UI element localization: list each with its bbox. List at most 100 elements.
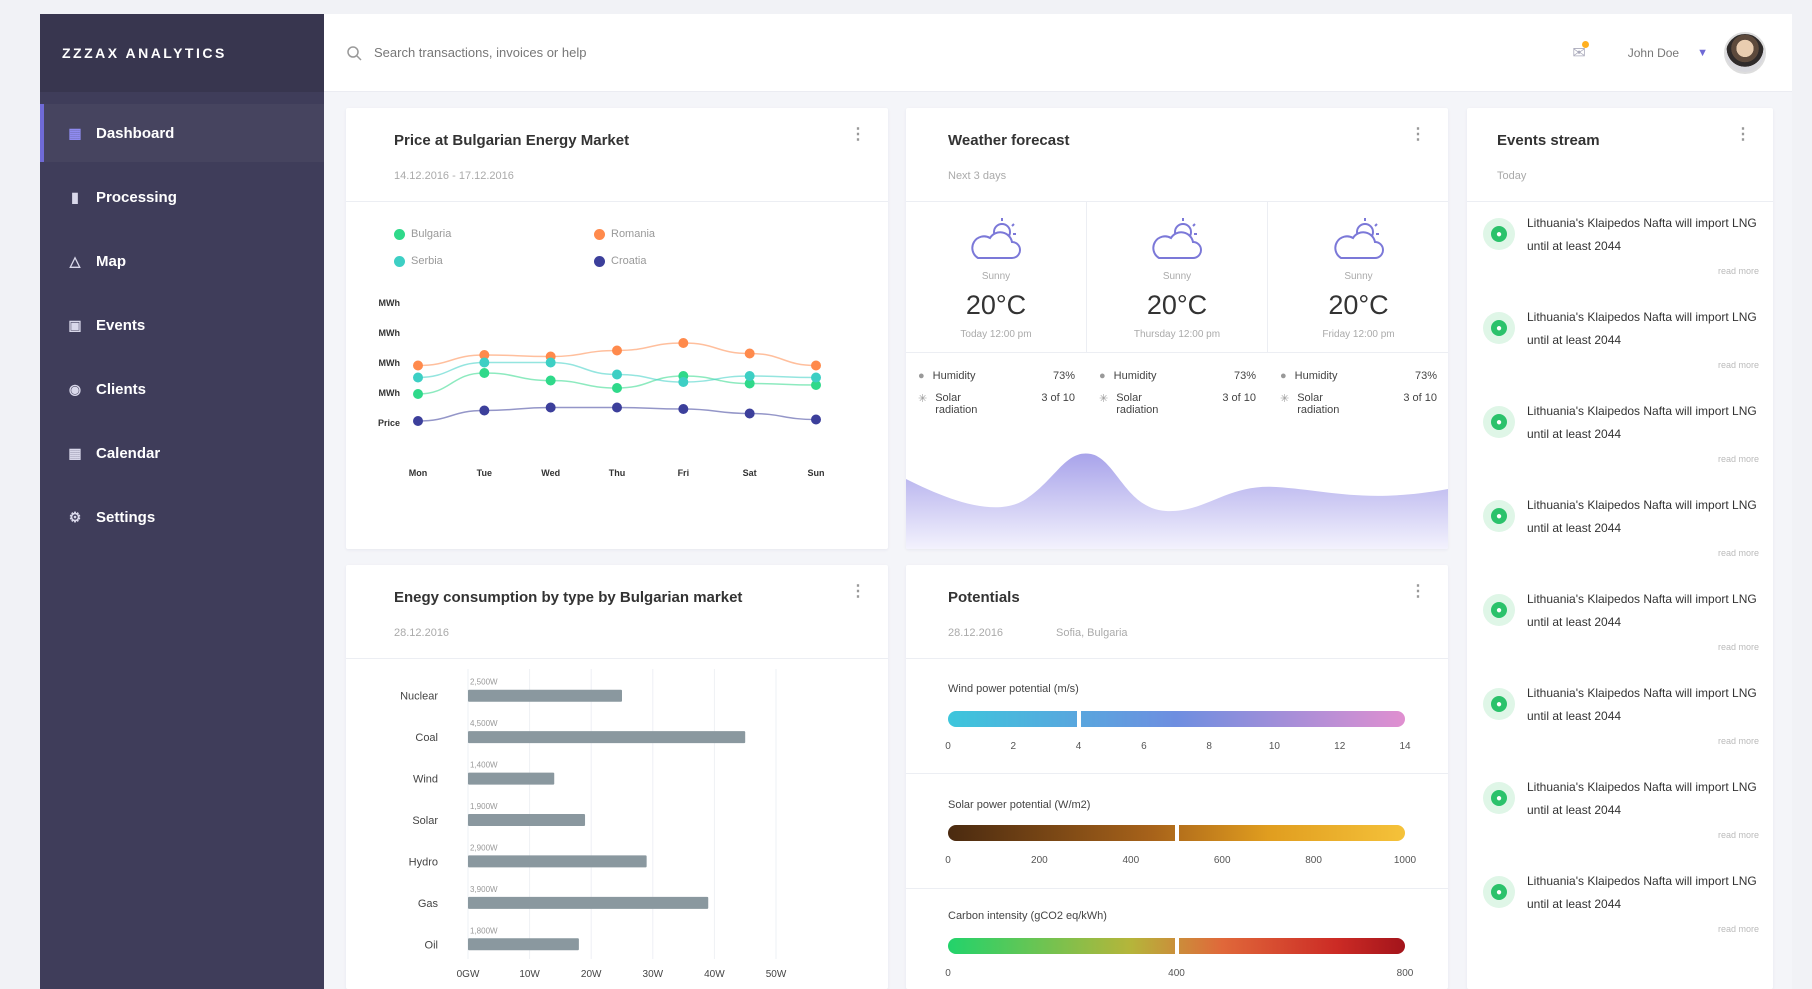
data-point-romania xyxy=(413,360,423,371)
data-point-croatia xyxy=(612,402,622,413)
solar-potential: Solar power potential (W/m2) 0 200 400 600 8… xyxy=(906,775,1448,889)
legend-item-romania[interactable]: Romania xyxy=(594,228,655,240)
category-label: Gas xyxy=(418,898,439,910)
price-card: Price at Bulgarian Energy Market 14.12.2… xyxy=(346,108,888,549)
sidebar-item-calendar[interactable]: ▦ Calendar xyxy=(40,424,324,482)
read-more-link[interactable]: read more xyxy=(1718,642,1759,652)
data-point-serbia xyxy=(479,357,490,368)
sidebar-item-label: Clients xyxy=(96,380,147,398)
read-more-link[interactable]: read more xyxy=(1718,830,1759,840)
event-item[interactable]: ● Lithuania's Klaipedos Nafta will import… xyxy=(1467,202,1773,296)
weather-day-3: Sunny 20°C Friday 12:00 pm xyxy=(1268,202,1448,352)
y-tick-label: MWh xyxy=(379,328,401,338)
wind-potential: Wind power potential (m/s) 0 2 4 6 8 10 12 14 xyxy=(906,659,1448,774)
data-point-romania xyxy=(678,338,689,348)
event-item[interactable]: ● Lithuania's Klaipedos Nafta will import… xyxy=(1467,390,1773,484)
read-more-link[interactable]: read more xyxy=(1718,266,1759,276)
x-tick-label: 30W xyxy=(643,969,664,980)
weather-temperature: 20°C xyxy=(1328,290,1389,320)
x-tick-label: Tue xyxy=(477,468,492,478)
read-more-link[interactable]: read more xyxy=(1718,360,1759,370)
weather-stats-3: ● Humidity 73% ✳ Solar radiation 3 of 10 xyxy=(1268,352,1448,426)
humidity-label: Humidity xyxy=(932,370,976,382)
event-status-icon: ● xyxy=(1483,500,1515,532)
sidebar-item-label: Processing xyxy=(96,188,177,206)
x-tick-label: 50W xyxy=(766,969,787,980)
legend-dot xyxy=(394,228,405,240)
event-item[interactable]: ● Lithuania's Klaipedos Nafta will import… xyxy=(1467,296,1773,390)
sidebar-item-processing[interactable]: ▮ Processing xyxy=(40,168,324,226)
more-menu-icon[interactable]: ⋮ xyxy=(1410,584,1426,600)
x-tick-label: Mon xyxy=(409,468,428,478)
legend-item-serbia[interactable]: Serbia xyxy=(394,255,443,267)
weather-temperature: 20°C xyxy=(965,290,1027,320)
read-more-link[interactable]: read more xyxy=(1718,548,1759,558)
weather-stats-2: ● Humidity 73% ✳ Solar radiation 3 of 10 xyxy=(1087,352,1268,426)
card-title: Potentials xyxy=(948,589,1020,606)
brand-logo[interactable]: ZZZAX ANALYTICS xyxy=(40,14,324,92)
chevron-down-icon[interactable]: ▼ xyxy=(1697,47,1708,59)
data-point-croatia xyxy=(811,414,821,425)
scale-tick-label: 800 xyxy=(1305,855,1322,866)
sidebar-item-map[interactable]: △ Map xyxy=(40,232,324,290)
sidebar-item-label: Dashboard xyxy=(96,124,175,142)
data-point-romania xyxy=(612,345,622,356)
read-more-link[interactable]: read more xyxy=(1718,736,1759,746)
event-status-icon: ● xyxy=(1483,876,1515,908)
humidity-icon: ● xyxy=(1280,370,1287,382)
legend-item-croatia[interactable]: Croatia xyxy=(594,255,646,267)
event-status-icon: ● xyxy=(1483,218,1515,250)
more-menu-icon[interactable]: ⋮ xyxy=(1410,127,1426,143)
event-item[interactable]: ● Lithuania's Klaipedos Nafta will import… xyxy=(1467,578,1773,672)
category-label: Oil xyxy=(425,939,438,951)
bar-gas xyxy=(468,896,709,909)
scale-tick-label: 0 xyxy=(945,855,951,866)
sidebar-item-label: Settings xyxy=(96,508,156,526)
bar-oil xyxy=(468,938,579,951)
event-status-icon: ● xyxy=(1483,312,1515,344)
solar-value: 3 of 10 xyxy=(1041,392,1075,404)
scale-tick-label: 12 xyxy=(1334,741,1346,752)
search-input[interactable] xyxy=(374,45,894,60)
scale-tick-label: 10 xyxy=(1268,741,1280,752)
humidity-icon: ● xyxy=(1099,370,1106,382)
x-tick-label: Thu xyxy=(609,468,626,478)
sidebar-item-clients[interactable]: ◉ Clients xyxy=(40,360,324,418)
search-icon[interactable] xyxy=(346,45,362,61)
category-label: Hydro xyxy=(409,856,438,868)
event-item[interactable]: ● Lithuania's Klaipedos Nafta will import… xyxy=(1467,672,1773,766)
legend-label: Romania xyxy=(611,228,656,240)
sidebar-item-settings[interactable]: ⚙ Settings xyxy=(40,488,324,546)
data-point-bulgaria xyxy=(545,375,556,386)
legend-dot xyxy=(394,255,405,267)
event-item[interactable]: ● Lithuania's Klaipedos Nafta will import… xyxy=(1467,860,1773,954)
scale-tick-label: 400 xyxy=(1122,855,1140,866)
weather-card: Weather forecast Next 3 days ⋮ Sunny 20°… xyxy=(906,108,1448,549)
carbon-label: Carbon intensity (gCO2 eq/kWh) xyxy=(948,910,1107,922)
read-more-link[interactable]: read more xyxy=(1718,924,1759,934)
weather-stats-1: ● Humidity 73% ✳ Solar radiation 3 of 10 xyxy=(906,352,1087,426)
weather-time: Friday 12:00 pm xyxy=(1322,329,1395,340)
notification-bell-icon[interactable]: ✉ xyxy=(1572,40,1589,63)
bar-hydro xyxy=(468,855,647,868)
y-tick-label: MWh xyxy=(379,298,401,308)
event-status-icon: ● xyxy=(1483,782,1515,814)
username[interactable]: John Doe xyxy=(1628,46,1679,60)
sidebar-item-dashboard[interactable]: ▦ Dashboard xyxy=(40,104,324,162)
more-menu-icon[interactable]: ⋮ xyxy=(850,584,866,600)
more-menu-icon[interactable]: ⋮ xyxy=(850,127,866,143)
event-item[interactable]: ● Lithuania's Klaipedos Nafta will import… xyxy=(1467,484,1773,578)
avatar[interactable] xyxy=(1724,31,1766,74)
sidebar-item-events[interactable]: ▣ Events xyxy=(40,296,324,354)
bar-chart-icon: ▮ xyxy=(71,188,79,205)
event-item[interactable]: ● Lithuania's Klaipedos Nafta will import… xyxy=(1467,766,1773,860)
solar-value: 3 of 10 xyxy=(1222,392,1256,404)
card-subtitle-date: 28.12.2016 xyxy=(948,627,1004,639)
more-menu-icon[interactable]: ⋮ xyxy=(1735,127,1751,143)
calendar-icon: ▦ xyxy=(68,444,82,461)
humidity-icon: ● xyxy=(918,370,925,382)
legend-item-bulgaria[interactable]: Bulgaria xyxy=(394,228,451,240)
legend-label: Bulgaria xyxy=(411,228,452,240)
card-subtitle-place: Sofia, Bulgaria xyxy=(1056,627,1128,639)
read-more-link[interactable]: read more xyxy=(1718,454,1759,464)
